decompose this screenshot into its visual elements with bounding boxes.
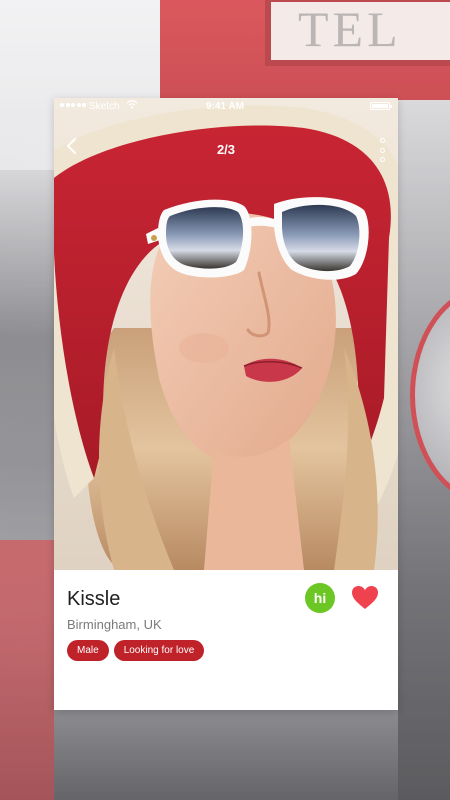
profile-location: Birmingham, UK <box>67 617 162 632</box>
profile-tags: Male Looking for love <box>67 640 205 661</box>
status-time: 9:41 AM <box>206 101 244 112</box>
back-button[interactable] <box>64 136 80 156</box>
profile-photo[interactable]: Sketch 9:41 AM 2/3 <box>54 98 398 570</box>
photo-counter: 2/3 <box>216 142 236 157</box>
status-bar: Sketch 9:41 AM <box>54 98 398 116</box>
profile-name: Kissle <box>67 588 121 610</box>
tag-gender: Male <box>67 640 109 661</box>
like-button[interactable] <box>351 585 379 611</box>
chevron-left-icon <box>67 138 76 154</box>
more-options-button[interactable] <box>376 138 388 162</box>
profile-card[interactable]: Sketch 9:41 AM 2/3 Kissle Birmingham, UK <box>54 98 398 710</box>
signal-strength-icon <box>60 103 86 107</box>
carrier-name: Sketch <box>89 101 120 112</box>
more-vertical-icon <box>379 138 385 143</box>
battery-icon <box>370 102 392 110</box>
wifi-icon <box>126 100 138 109</box>
heart-icon <box>352 586 378 609</box>
profile-photo-illustration <box>54 98 398 570</box>
tag-intent: Looking for love <box>113 640 205 661</box>
say-hi-button[interactable]: hi <box>305 583 335 613</box>
